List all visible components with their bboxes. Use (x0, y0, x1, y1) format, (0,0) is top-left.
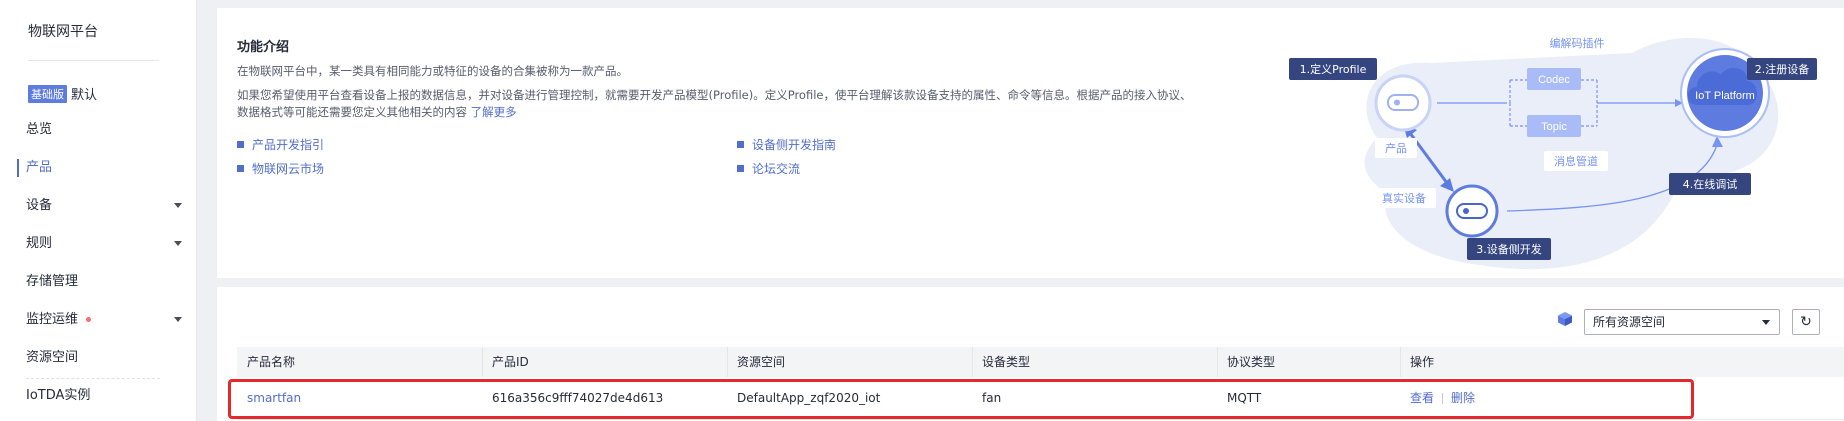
protocol-cell: MQTT (1227, 391, 1262, 405)
product-list-card: 所有资源空间 ↻ 产品名称 产品ID 资源空间 设备类型 协议类型 操作 sma… (217, 287, 1844, 421)
column-separator (1217, 347, 1218, 377)
codec-label: Codec (1538, 74, 1570, 86)
product-id-cell: 616a356c9fff74027de4d613 (492, 391, 664, 405)
sidebar-divider (26, 378, 160, 379)
sidebar-item-label: 监控运维 (26, 312, 79, 327)
device-icon-dot (1463, 208, 1469, 214)
sidebar-item-products[interactable]: 产品 (26, 157, 182, 179)
refresh-button[interactable]: ↻ (1792, 309, 1820, 335)
intro-paragraph-2: 如果您希望使用平台查看设备上报的数据信息，并对设备进行管理控制，就需要开发产品模… (237, 87, 1191, 121)
real-device-node (1445, 184, 1499, 238)
column-separator (727, 347, 728, 377)
instance-label: 默认 (71, 88, 98, 103)
edition-badge: 基础版 (28, 84, 67, 103)
sidebar: 物联网平台 基础版 默认 总览 产品 设备 规则 存储管理 监控运维 资源空间 … (0, 0, 197, 421)
step-1-label: 1.定义Profile (1300, 62, 1367, 76)
sidebar-item-rules[interactable]: 规则 (26, 233, 182, 255)
device-type-cell: fan (982, 391, 1002, 405)
alert-dot-icon (86, 317, 92, 322)
column-header-product-name: 产品名称 (247, 355, 296, 369)
link-iot-marketplace[interactable]: 物联网云市场 (237, 160, 324, 177)
intro-paragraph-2-line-2: 数据格式等可能还需要您定义其他相关的内容 了解更多 (237, 105, 517, 119)
bullet-square-icon (737, 141, 744, 148)
step-4-label: 4.在线调试 (1683, 177, 1738, 191)
message-pipe-label: 消息管道 (1554, 154, 1598, 168)
column-separator (482, 347, 483, 377)
bullet-square-icon (237, 165, 244, 172)
chevron-down-icon (174, 203, 182, 208)
step-3-label: 3.设备侧开发 (1476, 242, 1542, 256)
device-icon-dot (1394, 99, 1400, 106)
sidebar-divider (28, 60, 159, 61)
resource-space-select[interactable]: 所有资源空间 (1584, 309, 1780, 335)
bullet-square-icon (737, 165, 744, 172)
bullet-square-icon (237, 141, 244, 148)
cube-icon (1558, 312, 1572, 326)
link-forum[interactable]: 论坛交流 (737, 160, 800, 177)
sidebar-item-monitoring[interactable]: 监控运维 (26, 309, 182, 331)
platform-label: IoT Platform (1695, 90, 1755, 102)
sidebar-item-storage[interactable]: 存储管理 (26, 271, 182, 293)
column-header-resource-space: 资源空间 (737, 355, 786, 369)
delete-link[interactable]: 删除 (1451, 391, 1475, 405)
real-device-label: 真实设备 (1382, 191, 1426, 205)
link-product-dev-guide[interactable]: 产品开发指引 (237, 136, 324, 153)
active-indicator (17, 159, 19, 177)
column-header-product-id: 产品ID (492, 355, 529, 369)
sidebar-item-label: 设备 (26, 198, 53, 213)
link-device-dev-guide[interactable]: 设备侧开发指南 (737, 136, 836, 153)
product-flow-diagram: IoT Platform Codec Topic 编解码插件 消息管道 产品 真… (1289, 33, 1817, 270)
table-row: smartfan 616a356c9fff74027de4d613 Defaul… (237, 377, 1844, 420)
resource-space-cell: DefaultApp_zqf2020_iot (737, 391, 881, 405)
product-name-link[interactable]: smartfan (247, 377, 301, 419)
sidebar-item-devices[interactable]: 设备 (26, 195, 182, 217)
intro-paragraph-1: 在物联网平台中，某一类具有相同能力或特征的设备的合集被称为一款产品。 (237, 64, 628, 78)
intro-title: 功能介绍 (237, 40, 290, 55)
product-node-label: 产品 (1385, 141, 1407, 155)
learn-more-link[interactable]: 了解更多 (471, 105, 517, 119)
table-header: 产品名称 产品ID 资源空间 设备类型 协议类型 操作 (237, 347, 1844, 377)
codec-plugin-label: 编解码插件 (1550, 36, 1605, 50)
intro-paragraph-2-line-1: 如果您希望使用平台查看设备上报的数据信息，并对设备进行管理控制，就需要开发产品模… (237, 88, 1192, 102)
topic-label: Topic (1541, 121, 1567, 133)
sidebar-title: 物联网平台 (28, 24, 98, 40)
select-value: 所有资源空间 (1593, 315, 1666, 329)
sidebar-item-overview[interactable]: 总览 (26, 119, 182, 141)
refresh-icon: ↻ (1800, 314, 1812, 330)
product-node (1374, 74, 1432, 132)
chevron-down-icon (1762, 320, 1770, 325)
instance-selector[interactable]: 基础版 默认 (28, 84, 97, 103)
chevron-down-icon (174, 317, 182, 322)
sidebar-item-resource-space[interactable]: 资源空间 (26, 347, 182, 369)
actions-cell: 查看 删除 (1410, 377, 1475, 419)
view-link[interactable]: 查看 (1410, 391, 1434, 405)
column-header-actions: 操作 (1410, 355, 1435, 369)
chevron-down-icon (174, 241, 182, 246)
sidebar-item-iotda-instance[interactable]: IoTDA实例 (26, 385, 182, 407)
column-separator (1400, 347, 1401, 377)
column-separator (972, 347, 973, 377)
column-header-protocol: 协议类型 (1227, 355, 1276, 369)
step-2-label: 2.注册设备 (1755, 62, 1810, 76)
sidebar-item-label: 规则 (26, 236, 53, 251)
feature-intro-card: 功能介绍 在物联网平台中，某一类具有相同能力或特征的设备的合集被称为一款产品。 … (217, 8, 1844, 278)
action-separator (1442, 393, 1444, 404)
column-header-device-type: 设备类型 (982, 355, 1031, 369)
